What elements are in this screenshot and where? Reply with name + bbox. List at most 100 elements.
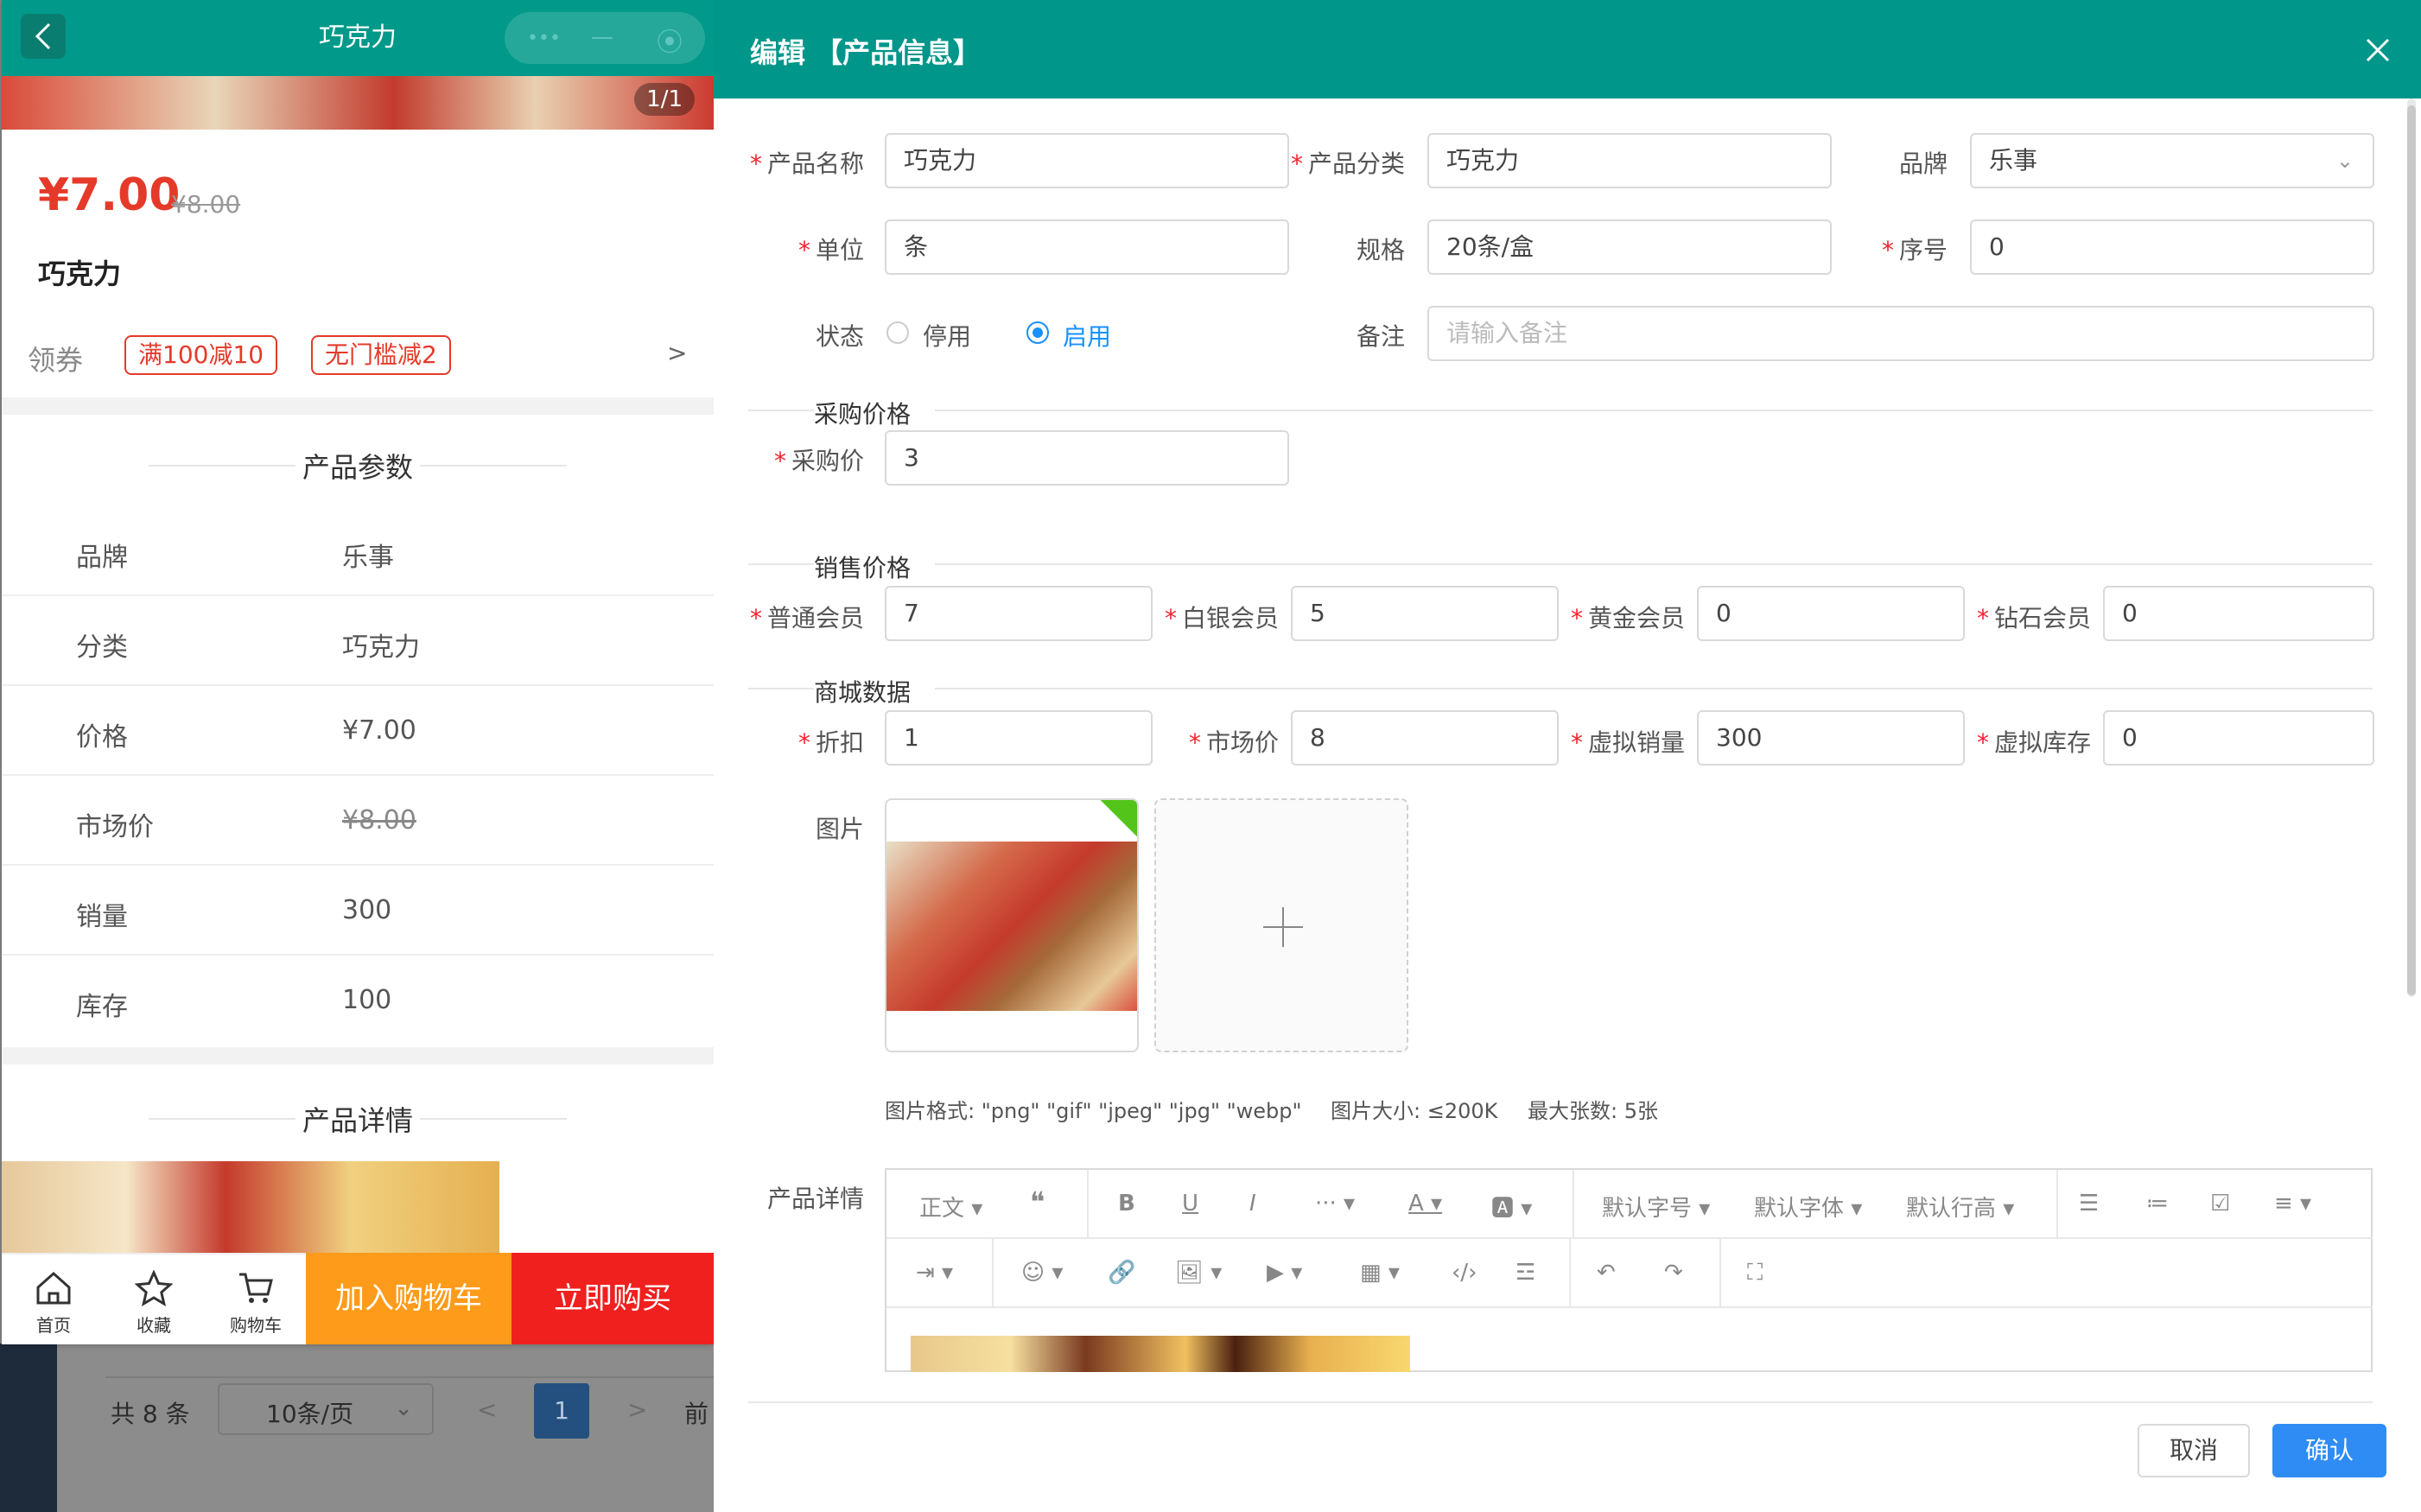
label-silver-member: * 白银会员: [1164, 604, 1279, 632]
more-format-icon[interactable]: ··· ▾: [1315, 1191, 1355, 1217]
label-gold-member: * 黄金会员: [1570, 604, 1685, 632]
rich-text-editor[interactable]: 正文 ▾ ❝ B U I ··· ▾ A ▾ 🅰 ▾ 默认字号 ▾ 默认字体 ▾…: [885, 1168, 2373, 1372]
bullet-list-icon[interactable]: ☰: [2079, 1191, 2099, 1217]
page-number-current[interactable]: 1: [534, 1383, 589, 1439]
divider-icon[interactable]: ☲: [1516, 1260, 1535, 1286]
label-order: * 序号: [1881, 236, 1948, 264]
product-name-input[interactable]: 巧克力: [885, 133, 1289, 188]
tab-cart[interactable]: 购物车: [221, 1270, 290, 1337]
underline-icon[interactable]: U: [1182, 1191, 1198, 1217]
font-color-icon[interactable]: A ▾: [1408, 1191, 1442, 1217]
label-product-name: * 产品名称: [749, 149, 864, 178]
toolbar-separator: [2056, 1170, 2058, 1239]
toolbar-separator: [1719, 1239, 1721, 1308]
coupon-tag[interactable]: 无门槛减2: [311, 335, 451, 375]
param-key: 分类: [76, 632, 128, 663]
quote-icon[interactable]: ❝: [1030, 1185, 1045, 1218]
virtual-stock-input[interactable]: 0: [2103, 710, 2374, 766]
todo-icon[interactable]: ☑: [2210, 1191, 2230, 1217]
diamond-member-price-input[interactable]: 0: [2103, 586, 2374, 641]
toolbar-separator: [992, 1239, 994, 1308]
tab-home-label: 首页: [36, 1315, 71, 1336]
undo-icon[interactable]: ↶: [1597, 1260, 1616, 1286]
discount-input[interactable]: 1: [885, 710, 1153, 766]
uploaded-image[interactable]: [885, 798, 1139, 1052]
paragraph-select[interactable]: 正文 ▾: [919, 1191, 982, 1223]
code-icon[interactable]: ‹/›: [1452, 1260, 1477, 1286]
status-radio-enabled[interactable]: [1026, 321, 1049, 344]
market-price-input[interactable]: 8: [1291, 710, 1559, 766]
minimize-icon: —: [591, 24, 613, 50]
brand-select[interactable]: 乐事 ⌄: [1970, 133, 2374, 188]
add-image-button[interactable]: [1154, 798, 1408, 1052]
font-family-select[interactable]: 默认字体 ▾: [1754, 1191, 1862, 1223]
drawer-title: 编辑 【产品信息】: [750, 36, 982, 69]
silver-member-price-input[interactable]: 5: [1291, 586, 1559, 641]
section-separator: [2, 397, 714, 415]
image-count-hint: 最大张数: 5张: [1528, 1099, 1658, 1123]
close-circle-icon: ⦿: [657, 28, 683, 58]
status-radio-disabled[interactable]: [886, 321, 909, 344]
coupon-more-arrow[interactable]: >: [667, 339, 687, 367]
fullscreen-icon[interactable]: ⛶: [1747, 1260, 1763, 1286]
tab-favorite[interactable]: 收藏: [119, 1270, 188, 1337]
prev-page-button[interactable]: <: [477, 1395, 497, 1424]
param-key: 品牌: [76, 543, 128, 573]
param-value: 巧克力: [342, 632, 420, 663]
scrollbar-thumb[interactable]: [2407, 105, 2416, 995]
section-divider: [748, 688, 2373, 689]
buy-now-button[interactable]: 立即购买: [512, 1253, 714, 1344]
more-icon: •••: [527, 28, 561, 49]
jump-label: 前: [684, 1400, 709, 1428]
virtual-sales-input[interactable]: 300: [1697, 710, 1965, 766]
background-color-icon[interactable]: 🅰 ▾: [1491, 1191, 1532, 1223]
footer-divider: [748, 1401, 2373, 1403]
cancel-button[interactable]: 取消: [2138, 1424, 2250, 1477]
status-option-enabled: 启用: [1063, 322, 1112, 351]
edit-drawer: 编辑 【产品信息】 * 产品名称 巧克力 * 产品分类 巧克力 品牌 乐事 ⌄ * 单…: [714, 0, 2421, 1512]
unit-input[interactable]: 条: [885, 219, 1289, 275]
label-normal-member: * 普通会员: [749, 604, 864, 632]
align-icon[interactable]: ≡ ▾: [2274, 1191, 2311, 1217]
link-icon[interactable]: 🔗: [1108, 1260, 1135, 1286]
product-name: 巧克力: [38, 257, 122, 290]
confirm-button[interactable]: 确认: [2272, 1424, 2386, 1477]
image-format-hint: 图片格式: "png" "gif" "jpeg" "jpg" "webp": [885, 1099, 1302, 1123]
next-page-button[interactable]: >: [627, 1395, 647, 1424]
label-status: 状态: [815, 322, 864, 351]
label-image: 图片: [815, 815, 864, 843]
tab-home[interactable]: 首页: [19, 1270, 88, 1337]
spec-input[interactable]: 20条/盒: [1427, 219, 1832, 275]
coupon-tag[interactable]: 满100减10: [124, 335, 278, 375]
numbered-list-icon[interactable]: ≔: [2146, 1191, 2169, 1217]
editor-content-image: [911, 1336, 1410, 1372]
upload-success-icon: [1100, 800, 1137, 837]
tab-cart-label: 购物车: [230, 1315, 282, 1336]
order-input[interactable]: 0: [1970, 219, 2374, 275]
drawer-scrollbar[interactable]: [2407, 98, 2416, 997]
chevron-down-icon: ⌄: [394, 1395, 413, 1421]
product-category-input[interactable]: 巧克力: [1427, 133, 1832, 188]
indent-icon[interactable]: ⇥ ▾: [916, 1260, 953, 1286]
image-icon[interactable]: 🖼 ▾: [1175, 1260, 1222, 1286]
param-key: 价格: [76, 722, 128, 753]
emoji-icon[interactable]: ☺ ▾: [1021, 1260, 1063, 1286]
font-size-select[interactable]: 默认字号 ▾: [1602, 1191, 1710, 1223]
remark-input[interactable]: 请输入备注: [1427, 306, 2374, 361]
italic-icon[interactable]: I: [1249, 1191, 1256, 1217]
page-size-select[interactable]: 10条/页 ⌄: [218, 1383, 434, 1435]
purchase-price-input[interactable]: 3: [885, 430, 1289, 486]
close-icon[interactable]: [2361, 33, 2395, 67]
gold-member-price-input[interactable]: 0: [1697, 586, 1965, 641]
video-icon[interactable]: ▶ ▾: [1267, 1260, 1302, 1286]
normal-member-price-input[interactable]: 7: [885, 586, 1153, 641]
bold-icon[interactable]: B: [1118, 1191, 1135, 1217]
label-remark: 备注: [1356, 322, 1405, 351]
back-button[interactable]: [21, 14, 66, 59]
table-icon[interactable]: ▦ ▾: [1360, 1260, 1400, 1286]
chevron-down-icon: ⌄: [2335, 149, 2354, 173]
add-to-cart-button[interactable]: 加入购物车: [306, 1253, 512, 1344]
line-height-select[interactable]: 默认行高 ▾: [1906, 1191, 2014, 1223]
redo-icon[interactable]: ↷: [1664, 1260, 1683, 1286]
miniapp-capsule[interactable]: ••• — ⦿: [505, 12, 705, 64]
